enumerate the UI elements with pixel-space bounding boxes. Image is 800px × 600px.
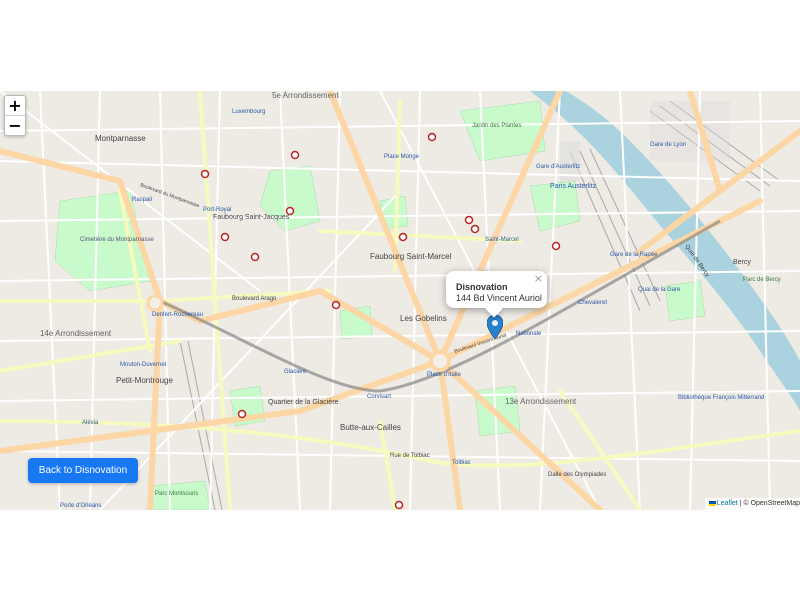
- popup-title: Disnovation: [456, 282, 508, 292]
- label-14e: 14e Arrondissement: [40, 329, 112, 338]
- label-butte-aux-cailles: Butte-aux-Cailles: [340, 423, 401, 432]
- label-porte-orleans: Porte d'Orléans: [60, 503, 102, 509]
- label-place-monge: Place Monge: [384, 154, 420, 160]
- label-place-italie: Place d'Italie: [427, 372, 461, 378]
- label-parc-de-bercy: Parc de Bercy: [743, 277, 781, 283]
- label-quartier-glaciere: Quartier de la Glacière: [268, 399, 339, 406]
- popup-address: 144 Bd Vincent Auriol: [456, 293, 542, 303]
- label-paris-austerlitz: Paris Austerlitz: [550, 183, 597, 190]
- label-raspail: Raspail: [132, 197, 152, 203]
- label-alesia: Alésia: [82, 420, 99, 426]
- label-montparnasse: Montparnasse: [95, 134, 146, 143]
- label-boulevard-arago: Boulevard Arago: [232, 296, 277, 302]
- label-bercy: Bercy: [733, 259, 751, 266]
- label-cimetiere: Cimetière du Montparnasse: [80, 237, 154, 243]
- label-denfert: Denfert-Rochereau: [152, 312, 203, 318]
- label-nationale: Nationale: [516, 331, 542, 337]
- location-popup: × Disnovation 144 Bd Vincent Auriol: [446, 271, 547, 318]
- label-faubourg-saint-jacques: Faubourg Saint-Jacques: [213, 214, 290, 221]
- label-saint-marcel: Saint-Marcel: [485, 237, 519, 243]
- map-pin-icon[interactable]: [487, 315, 503, 339]
- label-petit-montrouge: Petit-Montrouge: [116, 376, 173, 385]
- label-5e: 5e Arrondissement: [272, 91, 339, 100]
- label-faubourg-saint-marcel: Faubourg Saint-Marcel: [370, 252, 452, 261]
- label-chevaleret: Chevaleret: [578, 300, 607, 306]
- label-rue-tolbiac: Rue de Tolbiac: [390, 453, 430, 459]
- label-13e: 13e Arrondissement: [505, 397, 577, 406]
- label-glaciere: Glacière: [284, 369, 307, 375]
- label-mouton-duvernet: Mouton-Duvernet: [120, 362, 167, 368]
- label-bibliotheque: Bibliothèque François Mitterrand: [678, 395, 764, 401]
- label-tolbiac: Tolbiac: [452, 460, 471, 466]
- label-luxembourg: Luxembourg: [232, 109, 265, 115]
- ukraine-flag-icon: [708, 500, 716, 506]
- label-gare-de-lyon: Gare de Lyon: [650, 142, 686, 148]
- zoom-in-button[interactable]: +: [5, 96, 25, 115]
- label-olympiades: Dalle des Olympiades: [548, 472, 606, 478]
- label-corvisart: Corvisart: [367, 394, 391, 400]
- leaflet-link[interactable]: Leaflet: [717, 500, 738, 507]
- label-les-gobelins: Les Gobelins: [400, 314, 447, 323]
- map-tiles[interactable]: Montparnasse 14e Arrondissement 13e Arro…: [0, 91, 800, 510]
- map-attribution: Leaflet | © OpenStreetMap: [704, 498, 800, 510]
- label-gare-austerlitz: Gare d'Austerlitz: [536, 164, 580, 170]
- popup-close-button[interactable]: ×: [534, 272, 543, 285]
- map-container[interactable]: Montparnasse 14e Arrondissement 13e Arro…: [0, 91, 800, 510]
- back-to-disnovation-button[interactable]: Back to Disnovation: [28, 458, 138, 483]
- label-parc-montsouris: Parc Montsouris: [155, 491, 198, 497]
- attribution-text: | © OpenStreetMap: [737, 500, 800, 507]
- label-port-royal: Port-Royal: [203, 207, 231, 213]
- zoom-out-button[interactable]: −: [5, 115, 25, 135]
- label-gare-rapee: Gare de la Rapée: [610, 252, 658, 258]
- zoom-control: + −: [4, 95, 26, 136]
- label-jardin-des-plantes: Jardin des Plantes: [472, 123, 521, 129]
- label-quai-de-la-gare: Quai de la Gare: [638, 287, 681, 293]
